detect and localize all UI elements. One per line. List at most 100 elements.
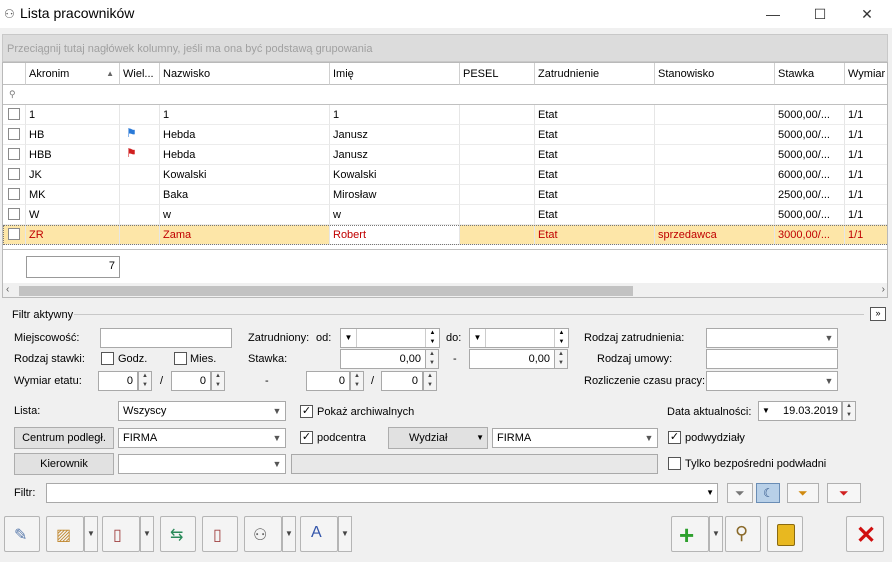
data-dropdown-icon[interactable]: ▼ (762, 406, 770, 415)
table-row[interactable]: ZR Zama Robert Etat sprzedawca 3000,00/... 1/1 (3, 225, 887, 245)
chevron-down-icon[interactable]: ▼ (821, 329, 837, 347)
wymiar-b2-spin-icon[interactable]: ▲ ▼ (423, 371, 437, 391)
column-header-wiel[interactable]: Wiel... (120, 63, 160, 85)
miejscowosc-input[interactable] (100, 328, 232, 348)
employee-grid[interactable]: Akronim ▲ Wiel... Nazwisko Imię PESEL Zat… (2, 62, 888, 298)
lista-select[interactable]: Wszyscy ▼ (118, 401, 286, 421)
kierownik-select[interactable]: ▼ (118, 454, 286, 474)
wymiar-a2-input[interactable]: 0 (171, 371, 211, 391)
zatrudniony-do-spin-icon[interactable]: ▲ ▼ (554, 329, 568, 347)
cell-select[interactable] (3, 105, 26, 125)
wymiar-a1-input[interactable]: 0 (98, 371, 138, 391)
row-checkbox[interactable] (8, 128, 20, 140)
data-spin-icon[interactable]: ▲ ▼ (842, 401, 856, 421)
filter-funnel-button[interactable]: ⏷ (727, 483, 753, 503)
table-row[interactable]: Ww w Etat 5000,00/... 1/1 (3, 205, 887, 225)
filter-row[interactable]: ⚲ (3, 85, 887, 105)
add-dropdown[interactable]: ▼ (709, 516, 723, 552)
filtr-input[interactable]: ▼ (46, 483, 718, 503)
minimize-button[interactable]: — (750, 0, 796, 28)
stawka-to-input[interactable]: 0,00 (469, 349, 555, 369)
scroll-left-icon[interactable]: ‹ (6, 284, 9, 295)
wymiar-b1-input[interactable]: 0 (306, 371, 350, 391)
zatrudniony-od-spin-icon[interactable]: ▲ ▼ (425, 329, 439, 347)
kierownik-button[interactable]: Kierownik (14, 453, 114, 475)
wydzial-select[interactable]: FIRMA ▼ (492, 428, 658, 448)
chevron-down-icon[interactable]: ▼ (269, 429, 285, 447)
stawka-to-spin-icon[interactable]: ▲ ▼ (554, 349, 568, 369)
close-window-button[interactable]: ✕ (844, 0, 890, 28)
cell-select[interactable] (3, 185, 26, 205)
column-header-wymiar[interactable]: Wymiar (845, 63, 887, 85)
scroll-right-icon[interactable]: › (882, 284, 885, 295)
table-row[interactable]: HB ⚑ Hebda Janusz Etat 5000,00/... 1/1 (3, 125, 887, 145)
stawka-from-input[interactable]: 0,00 (340, 349, 426, 369)
zatrudniony-do-checkbox-dropdown[interactable]: ▼ (470, 329, 486, 347)
podcentra-checkbox[interactable]: ✓ (300, 431, 313, 444)
cell-select[interactable] (3, 145, 26, 165)
transfer-button[interactable]: ⇆ (160, 516, 196, 552)
chevron-down-icon[interactable]: ▼ (269, 455, 285, 473)
close-button[interactable]: ✕ (846, 516, 884, 552)
data-aktualnosci-input[interactable]: ▼ 19.03.2019 (758, 401, 842, 421)
delete-button[interactable] (767, 516, 803, 552)
stawka-from-spin-icon[interactable]: ▲ ▼ (425, 349, 439, 369)
column-header-select[interactable] (3, 63, 26, 85)
table-row[interactable]: JK Kowalski Kowalski Etat 6000,00/... 1/1 (3, 165, 887, 185)
group-button[interactable]: ⚇ (244, 516, 282, 552)
bezposredni-checkbox[interactable] (668, 457, 681, 470)
column-header-pesel[interactable]: PESEL (460, 63, 535, 85)
chart-button[interactable]: ▨ (46, 516, 84, 552)
row-checkbox[interactable] (8, 168, 20, 180)
cell-select[interactable] (3, 125, 26, 145)
cell-select[interactable] (3, 165, 26, 185)
column-header-zatrudnienie[interactable]: Zatrudnienie (535, 63, 655, 85)
wymiar-b1-spin-icon[interactable]: ▲ ▼ (350, 371, 364, 391)
edit-text-dropdown[interactable]: ▼ (338, 516, 352, 552)
filter-moon-button[interactable]: ☾ (756, 483, 780, 503)
scrollbar-thumb[interactable] (19, 286, 633, 296)
search-button[interactable]: ⚲ (725, 516, 761, 552)
column-header-imie[interactable]: Imię (330, 63, 460, 85)
chevron-down-icon[interactable]: ▼ (641, 429, 657, 447)
edit-text-button[interactable]: A (300, 516, 338, 552)
podwydzialy-checkbox[interactable]: ✓ (668, 431, 681, 444)
godz-checkbox[interactable] (101, 352, 114, 365)
wymiar-a1-spin-icon[interactable]: ▲ ▼ (138, 371, 152, 391)
wymiar-a2-spin-icon[interactable]: ▲ ▼ (211, 371, 225, 391)
wydzial-button[interactable]: Wydział ▼ (388, 427, 488, 449)
filter-edit-button[interactable]: ⏷ (787, 483, 819, 503)
mies-checkbox[interactable] (174, 352, 187, 365)
cell-select[interactable] (3, 205, 26, 225)
centrum-select[interactable]: FIRMA ▼ (118, 428, 286, 448)
group-dropdown[interactable]: ▼ (282, 516, 296, 552)
column-header-stawka[interactable]: Stawka (775, 63, 845, 85)
centrum-button[interactable]: Centrum podległ. (14, 427, 114, 449)
row-checkbox[interactable] (8, 188, 20, 200)
pokaz-archiwalnych-checkbox[interactable]: ✓ (300, 405, 313, 418)
row-checkbox[interactable] (8, 148, 20, 160)
door-dropdown[interactable]: ▼ (140, 516, 154, 552)
employee-list-button[interactable]: ✎ (4, 516, 40, 552)
chevron-down-icon[interactable]: ▼ (821, 372, 837, 390)
zatrudniony-do-date[interactable]: ▼ ▲ ▼ (469, 328, 569, 348)
table-row[interactable]: 1 1 1 Etat 5000,00/... 1/1 (3, 105, 887, 125)
chevron-down-icon[interactable]: ▼ (269, 402, 285, 420)
row-checkbox[interactable] (8, 108, 20, 120)
table-row[interactable]: MK Baka Mirosław Etat 2500,00/... 1/1 (3, 185, 887, 205)
exit-door-button[interactable]: ▯ (202, 516, 238, 552)
column-header-nazwisko[interactable]: Nazwisko (160, 63, 330, 85)
collapse-filter-button[interactable]: » (870, 307, 886, 321)
filter-clear-button[interactable]: ⏷ (827, 483, 861, 503)
wymiar-b2-input[interactable]: 0 (381, 371, 423, 391)
maximize-button[interactable]: ☐ (797, 0, 843, 28)
table-row[interactable]: HBB ⚑ Hebda Janusz Etat 5000,00/... 1/1 (3, 145, 887, 165)
row-checkbox[interactable] (8, 228, 20, 240)
add-button[interactable]: + (671, 516, 709, 552)
door-button[interactable]: ▯ (102, 516, 140, 552)
chevron-down-icon[interactable]: ▼ (706, 488, 714, 497)
cell-select[interactable] (3, 225, 26, 245)
column-header-akronim[interactable]: Akronim ▲ (26, 63, 120, 85)
row-checkbox[interactable] (8, 208, 20, 220)
rodzaj-umowy-input[interactable] (706, 349, 838, 369)
